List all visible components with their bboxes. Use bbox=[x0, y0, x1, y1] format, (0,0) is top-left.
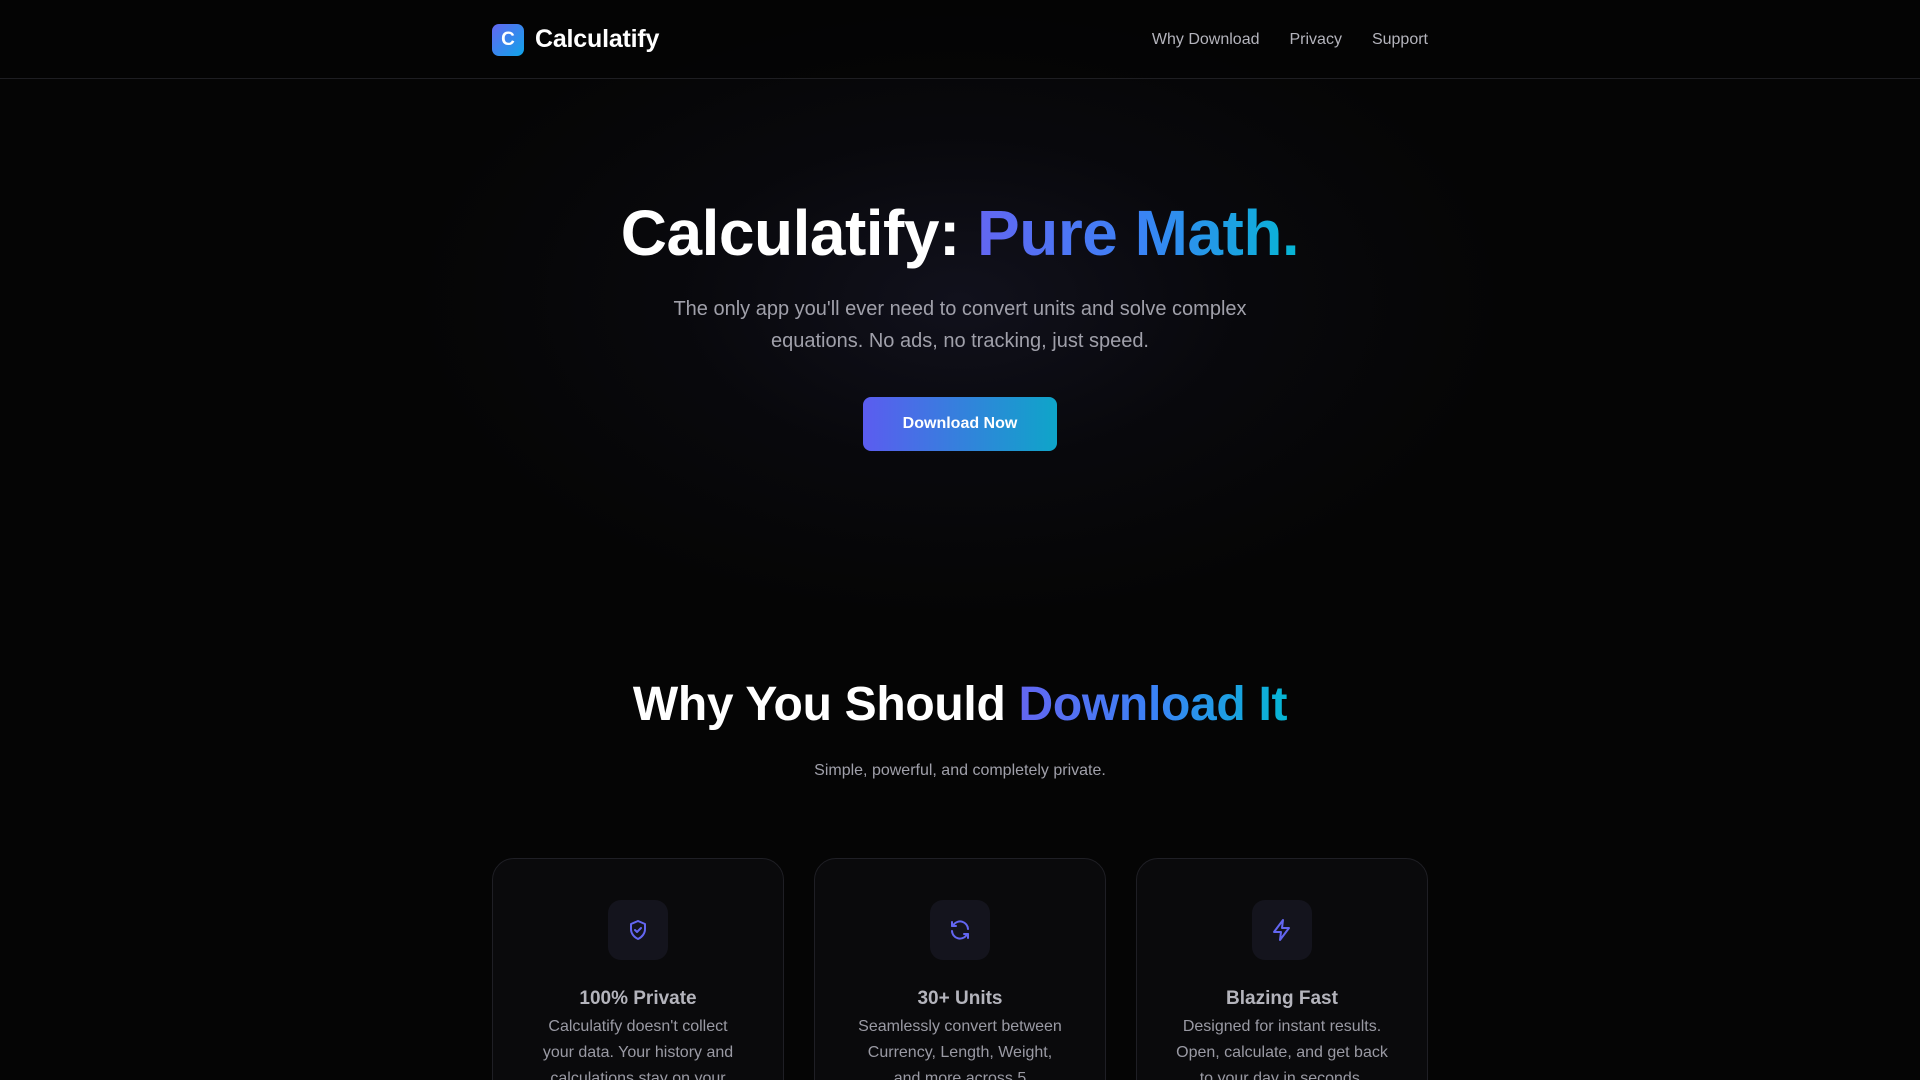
feature-icon-box bbox=[930, 900, 990, 960]
nav-link-support[interactable]: Support bbox=[1372, 31, 1428, 49]
hero-title-accent: Pure Math. bbox=[977, 197, 1300, 269]
nav-container: C Calculatify Why Download Privacy Suppo… bbox=[492, 0, 1428, 79]
download-now-button[interactable]: Download Now bbox=[863, 396, 1057, 451]
brand-home-link[interactable]: C Calculatify bbox=[492, 23, 660, 56]
feature-card-private: 100% Private Calculatify doesn't collect… bbox=[492, 858, 784, 1080]
hero-title-plain: Calculatify: bbox=[620, 197, 978, 269]
brand-name: Calculatify bbox=[535, 25, 660, 53]
feature-card-text: Designed for instant results. Open, calc… bbox=[1176, 1018, 1388, 1080]
feature-card-title: Blazing Fast bbox=[1226, 988, 1338, 1009]
feature-cards: 100% Private Calculatify doesn't collect… bbox=[492, 858, 1428, 1080]
feature-card-title: 100% Private bbox=[579, 988, 697, 1009]
feature-icon-box bbox=[608, 900, 668, 960]
feature-card-units: 30+ Units Seamlessly convert between Cur… bbox=[814, 858, 1106, 1080]
feature-icon-box bbox=[1252, 900, 1312, 960]
nav-link-why-download[interactable]: Why Download bbox=[1152, 31, 1260, 49]
lightning-icon bbox=[1273, 919, 1290, 941]
shield-check-icon bbox=[630, 920, 646, 940]
feature-card-text: Calculatify doesn't collect your data. Y… bbox=[542, 1018, 734, 1080]
feature-card-text: Seamlessly convert between Currency, Len… bbox=[858, 1018, 1062, 1080]
features-title-plain: Why You Should bbox=[632, 678, 1019, 731]
refresh-icon bbox=[951, 920, 969, 940]
hero-title: Calculatify: Pure Math. bbox=[0, 197, 1920, 271]
features-section: Why You Should Download It Simple, power… bbox=[0, 676, 1920, 1080]
nav-links: Why Download Privacy Support bbox=[1152, 31, 1428, 49]
features-subtitle: Simple, powerful, and completely private… bbox=[814, 761, 1106, 779]
hero-subtitle: The only app you'll ever need to convert… bbox=[673, 297, 1247, 352]
nav-link-privacy[interactable]: Privacy bbox=[1290, 31, 1342, 49]
feature-card-title: 30+ Units bbox=[917, 988, 1003, 1009]
top-navigation: C Calculatify Why Download Privacy Suppo… bbox=[0, 0, 1920, 79]
hero-section: Calculatify: Pure Math. The only app you… bbox=[0, 79, 1920, 451]
features-title-accent: Download It bbox=[1018, 678, 1288, 731]
feature-card-fast: Blazing Fast Designed for instant result… bbox=[1136, 858, 1428, 1080]
features-title: Why You Should Download It bbox=[0, 676, 1920, 734]
logo-icon: C bbox=[492, 23, 524, 56]
